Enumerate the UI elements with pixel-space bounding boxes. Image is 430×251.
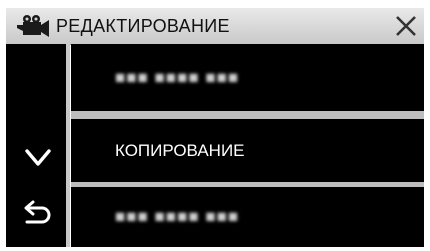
menu-item-blurred-bottom[interactable]: ■■■ ■■■■ ■■■: [71, 187, 424, 247]
side-divider: [66, 44, 70, 247]
menu-screen: РЕДАКТИРОВАНИЕ ■■■ ■■■■ ■■■ КОПИРОВАНИЕ …: [0, 0, 430, 251]
video-camera-icon: [17, 15, 49, 37]
menu-item-label: КОПИРОВАНИЕ: [115, 140, 245, 160]
back-arrow-icon[interactable]: [18, 195, 52, 229]
close-icon[interactable]: [390, 10, 422, 42]
menu-item-copy[interactable]: КОПИРОВАНИЕ: [71, 119, 424, 182]
page-title: РЕДАКТИРОВАНИЕ: [56, 16, 230, 36]
chevron-down-icon[interactable]: [22, 141, 54, 173]
item-separator: [71, 111, 424, 119]
menu-item-blurred-top[interactable]: ■■■ ■■■■ ■■■: [71, 44, 424, 111]
menu-item-label: ■■■ ■■■■ ■■■: [115, 207, 240, 226]
menu-item-label: ■■■ ■■■■ ■■■: [115, 67, 240, 87]
title-bar: РЕДАКТИРОВАНИЕ: [6, 8, 424, 45]
right-border: [424, 44, 430, 251]
